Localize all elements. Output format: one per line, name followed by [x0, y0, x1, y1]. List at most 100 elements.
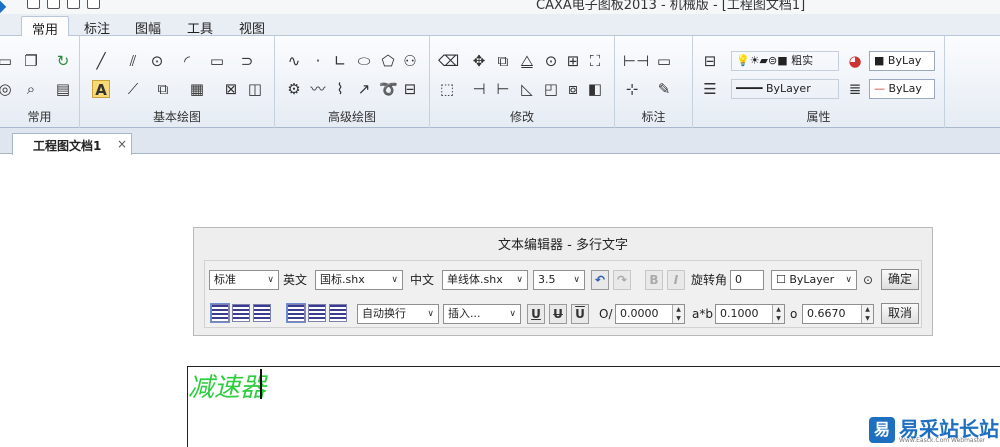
gear-icon[interactable]: ⚙ — [285, 80, 303, 98]
zoom-icon[interactable]: ⌕ — [22, 80, 40, 98]
ok-button[interactable]: 确定 — [881, 269, 919, 290]
move-icon[interactable]: ✥ — [470, 52, 488, 70]
save-icon[interactable] — [67, 0, 80, 9]
options-icon[interactable]: ⊙ — [859, 271, 877, 289]
tab-sheet[interactable]: 图幅 — [125, 16, 171, 37]
wave-icon[interactable]: 〰 — [309, 80, 327, 98]
underline-button[interactable]: U — [527, 304, 545, 324]
layer-dropdown[interactable]: 💡☀▰⊜■ 粗实 — [731, 51, 839, 71]
arc-icon[interactable]: ◜ — [178, 52, 196, 70]
line-color-dropdown[interactable]: — ByLay — [869, 79, 935, 99]
explode-icon[interactable]: ◧ — [586, 80, 604, 98]
point-icon[interactable]: · — [309, 52, 327, 70]
tab-annotate[interactable]: 标注 — [74, 16, 120, 37]
mirror-icon[interactable]: ⧋ — [518, 52, 536, 70]
edit-annotation-icon[interactable]: ✎ — [655, 80, 673, 98]
eraser-icon[interactable]: ⌫ — [438, 52, 459, 70]
image-icon[interactable]: ◫ — [246, 80, 264, 98]
valign-bottom-icon[interactable] — [329, 304, 347, 322]
fill-icon[interactable]: ⊠ — [222, 80, 240, 98]
text-icon[interactable]: A — [92, 80, 110, 99]
bold-button[interactable]: B — [645, 270, 663, 290]
tab-view[interactable]: 视图 — [229, 16, 275, 37]
spacing-input[interactable]: 0.1000 ▲ ▼ — [715, 304, 785, 324]
valign-top-icon[interactable] — [286, 303, 306, 323]
tab-tools[interactable]: 工具 — [177, 16, 223, 37]
user-icon[interactable]: ⚇ — [401, 52, 419, 70]
valign-middle-icon[interactable] — [308, 304, 326, 322]
chevron-down-icon: ∨ — [267, 275, 274, 285]
pan-icon[interactable]: ◎ — [0, 80, 14, 98]
lineweight-icon[interactable]: ☰ — [701, 80, 719, 98]
polygon-icon[interactable]: ⬠ — [379, 52, 397, 70]
sheet-icon[interactable]: ⊟ — [401, 80, 419, 98]
hatch-icon[interactable]: ⊃ — [238, 52, 256, 70]
block-icon[interactable]: ⧉ — [154, 80, 172, 98]
layer-manager-icon[interactable]: ⊟ — [701, 52, 719, 70]
break-line-icon[interactable]: ⌇ — [331, 80, 349, 98]
color-wheel-icon[interactable]: ◕ — [846, 52, 864, 70]
style-select[interactable]: 标准 ∨ — [209, 270, 279, 290]
arrow-icon[interactable]: ↗ — [355, 80, 373, 98]
cancel-button[interactable]: 取消 — [881, 303, 919, 324]
rotate-icon[interactable]: ⊙ — [542, 52, 560, 70]
select-icon[interactable]: ⬚ — [438, 80, 456, 98]
text-style-icon[interactable]: ▭ — [655, 52, 673, 70]
print-icon[interactable] — [87, 0, 100, 9]
layer-select[interactable]: ☐ ByLayer ∨ — [771, 270, 857, 290]
circle-icon[interactable]: ⊙ — [148, 52, 166, 70]
open-file-icon[interactable] — [47, 0, 60, 9]
strikethrough-button[interactable]: U — [549, 304, 567, 324]
scale-icon[interactable]: ⛶ — [586, 52, 604, 70]
copy-move-icon[interactable]: ⧉ — [494, 52, 512, 70]
spinner-icon[interactable]: ▲ ▼ — [861, 305, 873, 323]
line-icon[interactable]: ╱ — [92, 52, 110, 70]
parallel-line-icon[interactable]: ⫽ — [124, 52, 142, 70]
offset-icon[interactable]: ⧇ — [564, 80, 582, 98]
slant-input[interactable]: 0.0000 ▲ ▼ — [615, 304, 685, 324]
align-right-icon[interactable] — [253, 304, 271, 322]
extend-icon[interactable]: ⊢ — [494, 80, 512, 98]
italic-button[interactable]: I — [667, 270, 685, 290]
rotate-input[interactable]: 0 — [730, 270, 764, 290]
line-spacing-input[interactable]: 0.6670 ▲ ▼ — [802, 304, 874, 324]
new-file-icon[interactable] — [27, 0, 40, 9]
leader-icon[interactable]: ⊹ — [623, 80, 641, 98]
rectangle-icon[interactable]: ▭ — [208, 52, 226, 70]
canvas-text[interactable]: 减速器 — [188, 367, 266, 404]
wrap-select[interactable]: 自动换行 ∨ — [357, 304, 439, 324]
spinner-icon[interactable]: ▲ ▼ — [772, 305, 784, 323]
chamfer-icon[interactable]: ◺ — [518, 80, 536, 98]
app-logo-icon[interactable]: ◆ — [0, 0, 12, 15]
english-font-select[interactable]: 国标.shx ∨ — [315, 270, 403, 290]
tab-common[interactable]: 常用 — [21, 16, 70, 38]
copy-icon[interactable]: ❐ — [22, 52, 40, 70]
properties-icon[interactable]: ▤ — [54, 80, 72, 98]
trim-icon[interactable]: ⊣ — [470, 80, 488, 98]
layer-icon[interactable]: ▭ — [0, 52, 14, 70]
centerline-icon[interactable]: ⟋ — [124, 80, 142, 98]
spline-icon[interactable]: ∿ — [285, 52, 303, 70]
chinese-font-select[interactable]: 单线体.shx ∨ — [442, 270, 528, 290]
angle-icon[interactable]: ∟ — [331, 52, 349, 70]
table-icon[interactable]: ▦ — [188, 80, 206, 98]
text-height-select[interactable]: 3.5 ∨ — [533, 270, 585, 290]
ellipse-icon[interactable]: ⬭ — [355, 52, 373, 70]
close-icon[interactable]: × — [117, 137, 127, 151]
linetype-dropdown[interactable]: ━━━━ ByLayer — [731, 79, 839, 99]
align-left-icon[interactable] — [210, 303, 230, 323]
contour-icon[interactable]: ➰ — [379, 80, 398, 98]
spinner-icon[interactable]: ▲ ▼ — [672, 305, 684, 323]
color-dropdown[interactable]: ■ ByLay — [869, 51, 935, 71]
fillet-icon[interactable]: ◰ — [542, 80, 560, 98]
refresh-icon[interactable]: ↻ — [54, 52, 72, 70]
line-width-icon[interactable]: ≣ — [846, 80, 864, 98]
redo-icon[interactable]: ↷ — [613, 270, 631, 290]
document-tab[interactable]: 工程图文档1 × — [12, 133, 132, 155]
undo-icon[interactable]: ↶ — [591, 270, 609, 290]
array-icon[interactable]: ⊞ — [564, 52, 582, 70]
insert-select[interactable]: 插入... ∨ — [443, 304, 521, 324]
dimension-icon[interactable]: ⊢⊣ — [623, 52, 649, 70]
align-center-icon[interactable] — [232, 304, 250, 322]
overline-button[interactable]: U — [571, 304, 589, 324]
